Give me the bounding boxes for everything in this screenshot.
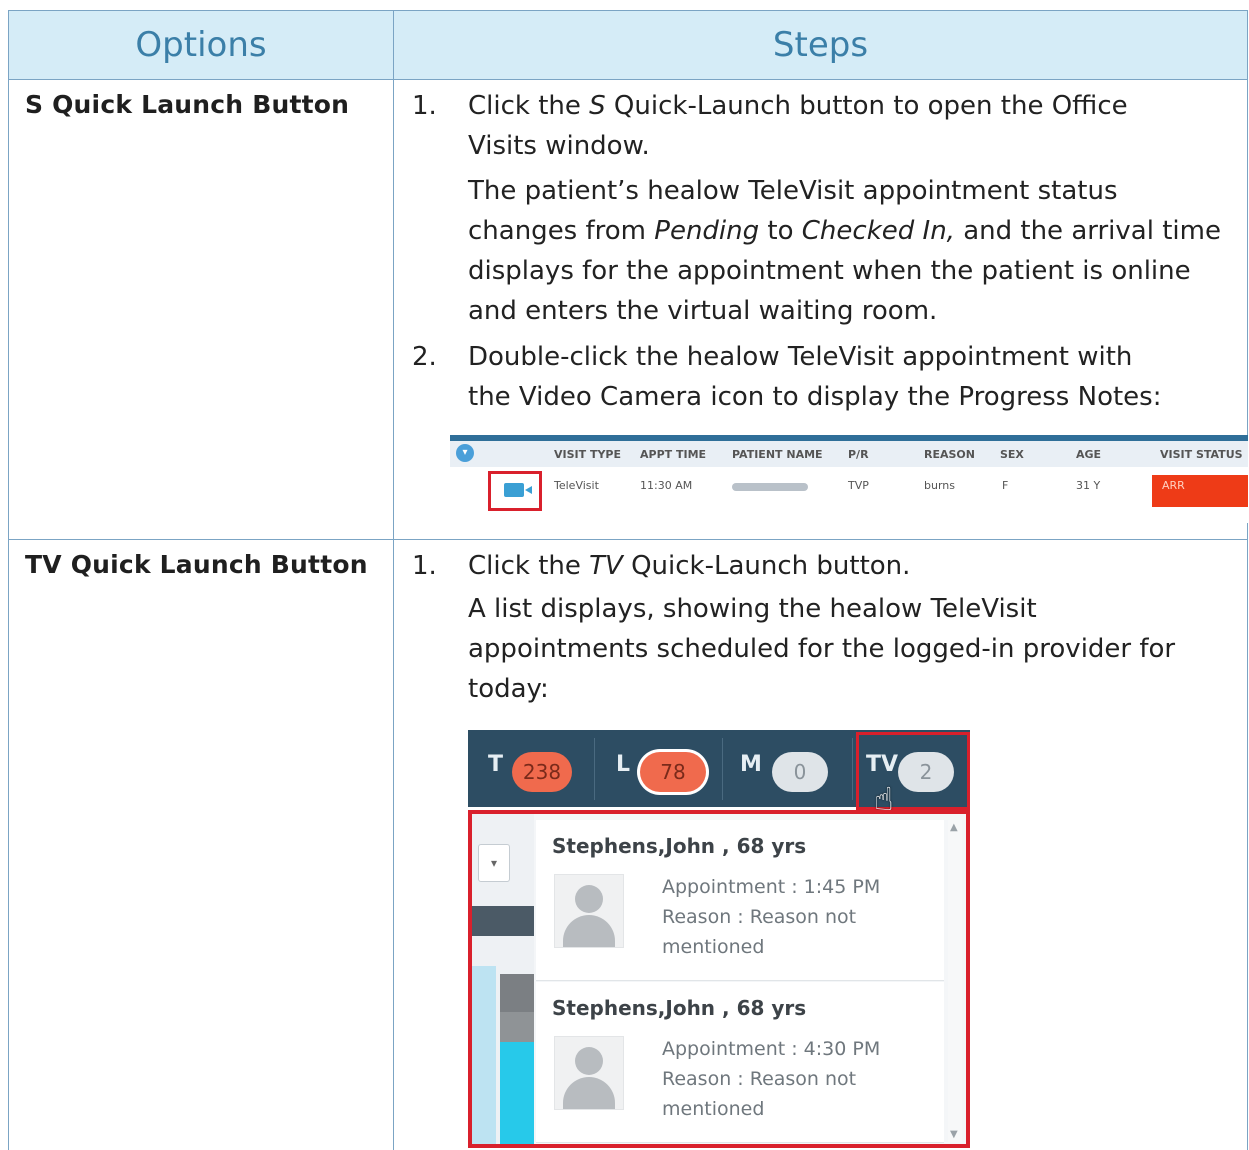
column-header-sex[interactable]: SEX [1000,448,1024,461]
step-text: A list displays, showing the healow Tele… [468,594,1037,624]
option-cell: TV Quick Launch Button [8,539,394,1150]
appointment-reason-cont: mentioned [662,936,765,958]
option-label-s-quick-launch: S Quick Launch Button [25,90,350,119]
table-row: TV Quick Launch Button 1. Click the TV Q… [8,539,1248,1150]
scrollbar[interactable]: ▲ ▼ [948,820,962,1142]
quick-launch-screenshot: T 238 L 78 M 0 TV 2 ☝ ▾ Stephens,John , … [468,730,974,1150]
background-block [500,1012,534,1042]
step-text: changes from Pending to Checked In, and … [468,216,1221,246]
column-header-visit-status[interactable]: VISIT STATUS [1160,448,1243,461]
step-text: Visits window. [468,131,650,161]
step-text: today: [468,674,549,704]
visit-status-cell: ARR [1162,479,1185,492]
background-band [472,906,534,936]
video-camera-icon[interactable] [504,483,524,497]
appointment-table-screenshot: ▾ VISIT TYPE APPT TIME PATIENT NAME P/R … [450,435,1248,523]
background-block [500,1042,534,1144]
steps-cell: 1. Click the S Quick-Launch button to op… [393,79,1248,540]
step-text: and enters the virtual waiting room. [468,296,938,326]
circle-toggle-icon[interactable]: ▾ [456,444,474,462]
options-column-header: Options [8,10,394,80]
step-number: 1. [412,91,437,121]
sex-cell: F [1002,479,1009,492]
appointment-card[interactable]: Stephens,John , 68 yrs Appointment : 4:3… [536,982,944,1143]
step-text: the Video Camera icon to display the Pro… [468,382,1162,412]
steps-cell: 1. Click the TV Quick-Launch button. A l… [393,539,1248,1150]
step-text: The patient’s healow TeleVisit appointme… [468,176,1118,206]
quick-launch-m-button[interactable]: 0 [772,752,828,792]
step-text: Click the S Quick-Launch button to open … [468,91,1128,121]
quick-launch-letter-l: L [616,752,631,777]
column-header-patient-name[interactable]: PATIENT NAME [732,448,823,461]
quick-launch-t-button[interactable]: 238 [512,752,572,792]
appointment-reason-cont: mentioned [662,1098,765,1120]
divider [852,738,853,800]
patient-name-redacted [732,483,808,491]
steps-column-header: Steps [393,10,1248,80]
avatar [554,874,624,948]
patient-name: Stephens,John , 68 yrs [552,996,807,1020]
scroll-up-icon[interactable]: ▲ [950,822,958,833]
appointment-time: Appointment : 1:45 PM [662,876,881,898]
appointment-card[interactable]: Stephens,John , 68 yrs Appointment : 1:4… [536,820,944,981]
step-text: appointments scheduled for the logged-in… [468,634,1176,664]
divider [722,738,723,800]
option-cell: S Quick Launch Button [8,79,394,540]
step-text: Click the TV Quick-Launch button. [468,551,911,581]
televisit-appointments-panel: ▾ Stephens,John , 68 yrs Appointment : 1… [468,810,970,1148]
age-cell: 31 Y [1076,479,1101,492]
option-label-tv-quick-launch: TV Quick Launch Button [25,550,368,579]
table-row: S Quick Launch Button 1. Click the S Qui… [8,79,1248,540]
column-header-appt-time[interactable]: APPT TIME [640,448,706,461]
column-header-age[interactable]: AGE [1076,448,1101,461]
appt-time-cell: 11:30 AM [640,479,693,492]
patient-name: Stephens,John , 68 yrs [552,834,807,858]
chevron-down-icon[interactable]: ▾ [478,844,510,882]
reason-cell: burns [924,479,955,492]
column-header-reason[interactable]: REASON [924,448,975,461]
background-block [500,974,534,1012]
visit-type-cell: TeleVisit [554,479,599,492]
quick-launch-l-button[interactable]: 78 [640,752,706,792]
step-text: displays for the appointment when the pa… [468,256,1191,286]
quick-launch-letter-t: T [488,752,504,777]
appointment-time: Appointment : 4:30 PM [662,1038,881,1060]
divider [594,738,595,800]
video-camera-lens [525,486,532,494]
column-header-pr[interactable]: P/R [848,448,869,461]
appointment-reason: Reason : Reason not [662,906,857,928]
background-block [472,966,496,1144]
avatar [554,1036,624,1110]
step-number: 2. [412,342,437,372]
step-text: Double-click the healow TeleVisit appoin… [468,342,1133,372]
scroll-down-icon[interactable]: ▼ [950,1129,958,1140]
quick-launch-letter-m: M [740,752,762,777]
step-number: 1. [412,551,437,581]
quick-launch-options-table: Options Steps S Quick Launch Button 1. C… [8,10,1248,1150]
pr-cell: TVP [848,479,869,492]
table-header-row: Options Steps [8,10,1248,80]
appointment-reason: Reason : Reason not [662,1068,857,1090]
column-header-visit-type[interactable]: VISIT TYPE [554,448,621,461]
